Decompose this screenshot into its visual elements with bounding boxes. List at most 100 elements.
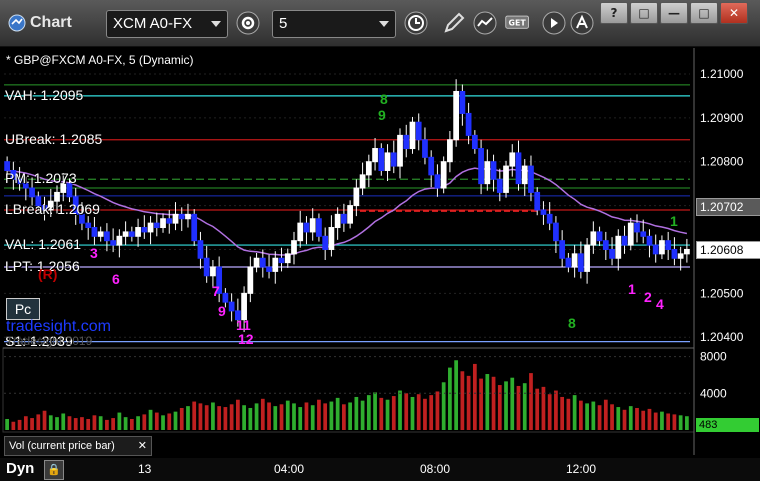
candle-body	[521, 165, 528, 185]
volume-bar	[129, 418, 134, 430]
volume-bar	[310, 405, 315, 430]
level-label: PM: 1.2073	[5, 170, 77, 187]
candle-body	[284, 253, 291, 264]
volume-bar	[167, 413, 172, 430]
volume-bar	[560, 396, 565, 430]
volume-bar	[460, 371, 465, 430]
candle-body	[153, 222, 160, 229]
candle-body	[553, 222, 559, 242]
candle-body	[403, 134, 410, 150]
candle-body	[684, 248, 690, 255]
candle-body	[322, 235, 329, 250]
candle-body	[571, 253, 578, 268]
volume-bar	[635, 407, 639, 430]
volume-bar	[522, 383, 527, 430]
chart-header: * GBP@FXCM A0-FX, 5 (Dynamic)	[6, 53, 194, 67]
candle-body	[384, 152, 391, 171]
indicator-number: 6	[112, 271, 120, 287]
indicator-number: 1	[628, 281, 636, 297]
volume-bar	[136, 416, 140, 430]
volume-bar	[373, 392, 377, 430]
candle-body	[247, 266, 254, 294]
candle-body	[116, 235, 123, 246]
volume-bar	[223, 407, 228, 430]
lock-icon[interactable]: 🔒	[44, 460, 64, 480]
candle-body	[496, 178, 503, 193]
candle-body	[4, 161, 10, 171]
volume-bar	[666, 413, 671, 430]
candle-body	[122, 231, 129, 237]
candle-body	[484, 161, 491, 185]
volume-bar	[148, 409, 153, 430]
volume-bar	[86, 418, 91, 430]
volume-bar	[161, 415, 165, 430]
level-label: LBreak: 1.2069	[5, 200, 100, 217]
volume-bar	[123, 417, 128, 430]
candle-body	[334, 213, 341, 229]
candle-body	[303, 222, 310, 233]
volume-bar	[441, 382, 446, 430]
volume-bar	[410, 396, 415, 430]
candle-body	[634, 222, 640, 233]
candle-body	[422, 139, 428, 158]
candle-body	[646, 235, 653, 246]
volume-bar	[105, 419, 109, 430]
candle-body	[172, 213, 179, 224]
candle-body	[104, 231, 110, 242]
indicator-number: 9	[378, 107, 386, 123]
close-icon[interactable]: ✕	[138, 437, 147, 455]
volume-bar	[379, 397, 384, 430]
candle-body	[677, 253, 684, 259]
volume-bar	[660, 411, 664, 430]
volume-bar	[335, 397, 340, 430]
candle-body	[671, 248, 678, 259]
volume-bar	[597, 405, 602, 430]
candle-body	[596, 231, 603, 242]
candle-body	[353, 187, 360, 207]
candle-body	[316, 218, 322, 237]
candle-body	[291, 240, 297, 255]
volume-bar	[260, 398, 265, 430]
candle-body	[372, 148, 378, 163]
candle-body	[341, 213, 347, 224]
candle-body	[490, 161, 497, 180]
volume-tick-label: 8000	[700, 350, 727, 364]
level-label: VAL: 1.2061	[5, 236, 82, 253]
volume-bar	[554, 390, 558, 430]
volume-bar	[317, 399, 321, 430]
volume-bar	[385, 399, 390, 430]
candle-body	[222, 292, 229, 303]
indicator-number: 8	[380, 91, 388, 107]
candle-body	[378, 148, 385, 171]
candle-body	[652, 244, 659, 255]
volume-bar	[653, 412, 658, 430]
volume-bar	[211, 402, 215, 430]
volume-bar	[572, 395, 577, 430]
volume-bar	[11, 421, 16, 430]
y-tick-label: 1.20500	[700, 286, 744, 300]
volume-badge: 483	[696, 418, 759, 432]
pc-button[interactable]: Pc	[6, 298, 40, 320]
candle-body	[135, 227, 141, 237]
volume-bar	[173, 411, 178, 430]
y-tick-label: 1.20900	[700, 111, 744, 125]
indicator-number: 8	[568, 315, 576, 331]
volume-bar	[292, 403, 296, 430]
candle-body	[278, 257, 285, 264]
candle-body	[659, 240, 665, 255]
candle-body	[228, 301, 235, 312]
volume-bar	[279, 404, 284, 430]
volume-bar	[504, 381, 508, 430]
candle-body	[147, 222, 154, 233]
x-tick-0800: 08:00	[420, 462, 451, 476]
volume-bar	[198, 403, 203, 430]
volume-bar	[80, 417, 84, 430]
candle-body	[160, 218, 166, 229]
volume-bar	[304, 402, 309, 430]
candle-body	[559, 240, 566, 259]
volume-bar	[685, 416, 689, 430]
candle-body	[328, 227, 335, 250]
volume-tick-label: 4000	[700, 386, 727, 400]
volume-bar	[242, 405, 246, 430]
candle-body	[471, 134, 478, 150]
